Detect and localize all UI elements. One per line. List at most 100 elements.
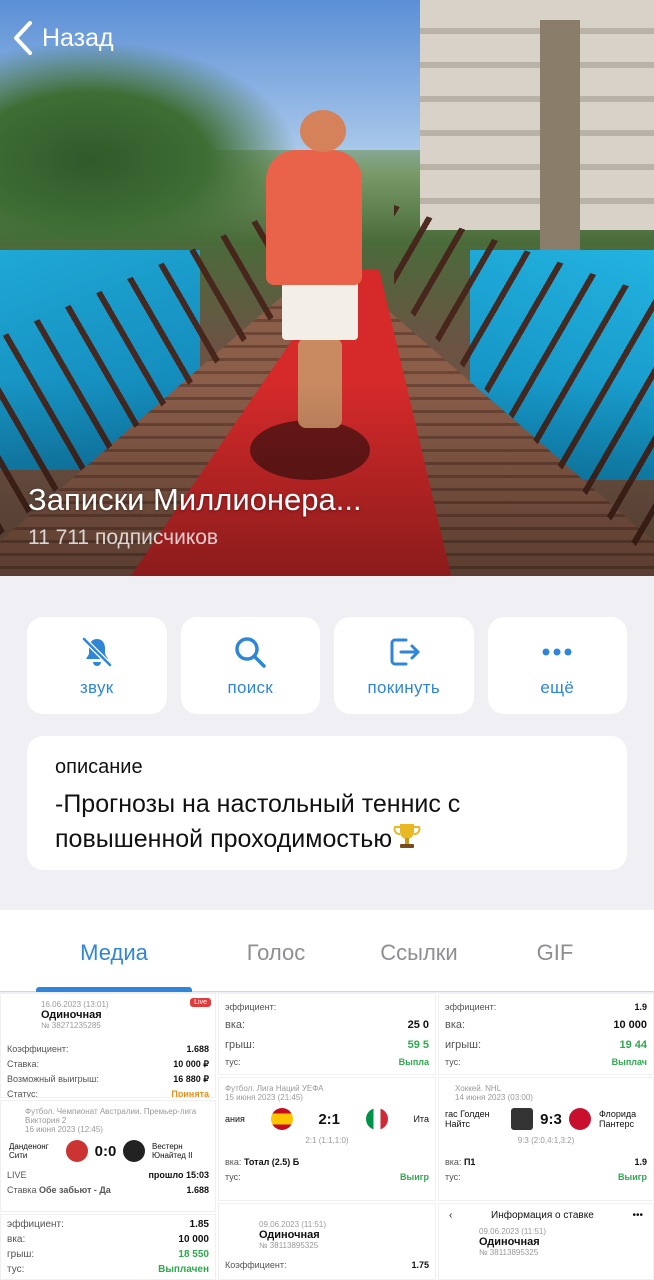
team-home: Данденонг Сити xyxy=(9,1142,49,1160)
mute-label: звук xyxy=(79,677,114,697)
media-thumb-4[interactable]: Футбол. Чемпионат Австралии. Премьер-лиг… xyxy=(0,1100,216,1212)
media-thumb-9[interactable]: ‹ Информация о ставке ••• 09.06.2023 (11… xyxy=(438,1203,654,1280)
team-away-logo xyxy=(123,1140,146,1162)
league-name: Футбол. Лига Наций УЕФА xyxy=(225,1084,324,1093)
coef-label: эффициент: xyxy=(7,1219,64,1230)
spain-flag-icon xyxy=(270,1108,293,1130)
bet-type: Одиночная xyxy=(479,1236,540,1248)
win-label: Возможный выигрыш: xyxy=(7,1074,99,1084)
stake-value: 10 000 xyxy=(613,1019,647,1031)
more-icon xyxy=(542,648,572,655)
team-home: ания xyxy=(225,1114,245,1124)
bet-date: 16.06.2023 (13:01) xyxy=(41,1000,109,1009)
media-thumb-6[interactable]: Хоккей. NHL 14 июня 2023 (03:00) гас Гол… xyxy=(438,1077,654,1201)
status-value: Выплач xyxy=(611,1057,647,1067)
league-name: Хоккей. NHL xyxy=(455,1084,502,1093)
bet-pick: Тотал (2.5) Б xyxy=(243,1157,300,1167)
match-score: 9:3 xyxy=(540,1110,562,1128)
win-value: 19 44 xyxy=(619,1039,647,1051)
stake-value: 25 0 xyxy=(407,1019,429,1031)
bet-date: 09.06.2023 (11:51) xyxy=(259,1220,327,1229)
win-value: 59 5 xyxy=(407,1039,429,1051)
bet-number: № 38271235285 xyxy=(41,1021,101,1030)
search-button[interactable]: поиск xyxy=(180,617,320,714)
tab-media[interactable]: Медиа xyxy=(0,910,228,992)
coef-label: Коэффициент: xyxy=(225,1260,287,1270)
bell-mute-icon xyxy=(81,636,112,667)
status-label: тус: xyxy=(445,1057,461,1067)
team-away: Вестерн Юнайтед II xyxy=(152,1142,193,1160)
bet-date: 09.06.2023 (11:51) xyxy=(479,1227,547,1236)
bet-pick: П1 xyxy=(463,1157,476,1167)
chevron-left-icon: ‹ xyxy=(449,1210,453,1221)
media-thumb-1[interactable]: Live 16.06.2023 (13:01) Одиночная № 3827… xyxy=(0,993,216,1098)
stake-label: вка: xyxy=(7,1234,26,1245)
score-detail: 9:3 (2:0,4:1,3:2) xyxy=(517,1136,575,1145)
match-date: 16 июня 2023 (12:45) xyxy=(25,1125,103,1134)
media-thumb-8[interactable]: 09.06.2023 (11:51) Одиночная № 381138953… xyxy=(218,1203,436,1280)
status-value: Выигр xyxy=(400,1172,429,1182)
chevron-left-icon xyxy=(14,21,32,55)
bet-number: № 38113895325 xyxy=(259,1241,319,1250)
status-label: тус: xyxy=(445,1172,461,1182)
bet-label: вка: xyxy=(445,1157,462,1167)
live-label: LIVE xyxy=(7,1170,27,1180)
coef-label: Коэффициент: xyxy=(7,1044,69,1054)
match-score: 2:1 xyxy=(318,1110,341,1128)
tab-gif[interactable]: GIF xyxy=(514,910,596,992)
more-icon: ••• xyxy=(632,1210,643,1221)
media-thumb-3[interactable]: эффициент: 1.9 вка: 10 000 игрыш: 19 44 тус… xyxy=(438,993,654,1075)
stake-label: вка: xyxy=(225,1019,246,1031)
status-value: Принята xyxy=(171,1089,209,1098)
leave-icon xyxy=(390,638,420,665)
stake-value: 10 000 ₽ xyxy=(173,1059,209,1069)
status-value: Выплачен xyxy=(158,1264,209,1275)
coef-value: 1.9 xyxy=(634,1157,647,1167)
leave-label: покинуть xyxy=(367,677,441,697)
media-thumb-2[interactable]: эффициент: вка: 25 0 грыш: 59 5 тус: Выпла xyxy=(218,993,436,1075)
bet-label: Ставка xyxy=(7,1185,37,1195)
bet-pick: Обе забьют - Да xyxy=(38,1185,111,1195)
coef-value: 1.688 xyxy=(186,1044,209,1054)
back-label: Назад xyxy=(42,23,114,52)
trophy-icon xyxy=(393,824,421,848)
mute-button[interactable]: звук xyxy=(27,617,167,714)
tab-voice[interactable]: Голос xyxy=(228,910,324,992)
match-date: 14 июня 2023 (03:00) xyxy=(455,1093,533,1102)
elapsed-time: прошло 15:03 xyxy=(148,1170,209,1180)
search-icon xyxy=(235,636,266,668)
description-label: описание xyxy=(55,756,143,778)
subscriber-count: 11 711 подписчиков xyxy=(28,526,219,549)
leave-button[interactable]: покинуть xyxy=(334,617,474,714)
win-label: грыш: xyxy=(225,1039,255,1051)
status-value: Выпла xyxy=(398,1057,429,1067)
media-thumb-5[interactable]: Футбол. Лига Наций УЕФА 15 июня 2023 (21… xyxy=(218,1077,436,1201)
bet-number: № 38113895325 xyxy=(479,1248,539,1257)
stake-value: 10 000 xyxy=(178,1234,209,1245)
description-text[interactable]: -Прогнозы на настольный теннис с повышен… xyxy=(55,787,599,856)
stake-label: Ставка: xyxy=(7,1059,39,1069)
team-home: гас Голден Найтс xyxy=(445,1109,490,1129)
channel-title: Записки Миллионера... xyxy=(28,482,362,517)
coef-value: 1.85 xyxy=(189,1219,209,1230)
score-detail: 2:1 (1:1,1:0) xyxy=(305,1136,349,1145)
team-away: Флорида Пантерс xyxy=(599,1109,637,1129)
bet-type: Одиночная xyxy=(41,1009,102,1021)
coef-value: 1.688 xyxy=(186,1185,209,1195)
win-value: 18 550 xyxy=(178,1249,209,1260)
description-card: описание -Прогнозы на настольный теннис … xyxy=(27,736,627,870)
league-name: Футбол. Чемпионат Австралии. Премьер-лиг… xyxy=(25,1107,197,1125)
bet-info-title: Информация о ставке xyxy=(491,1210,594,1221)
stake-label: вка: xyxy=(445,1019,466,1031)
media-tabs: Медиа Голос Ссылки GIF xyxy=(0,910,654,992)
team-away: Ита xyxy=(413,1114,429,1124)
team-away-logo xyxy=(569,1108,592,1130)
more-button[interactable]: ещё xyxy=(487,617,627,714)
status-label: тус: xyxy=(225,1057,241,1067)
search-label: поиск xyxy=(227,677,274,697)
team-home-logo xyxy=(510,1108,533,1130)
back-button[interactable]: Назад xyxy=(10,18,114,58)
coef-label: эффициент: xyxy=(445,1002,497,1012)
tab-links[interactable]: Ссылки xyxy=(324,910,514,992)
media-thumb-7[interactable]: эффициент: 1.85 вка: 10 000 грыш: 18 550 ту… xyxy=(0,1214,216,1280)
